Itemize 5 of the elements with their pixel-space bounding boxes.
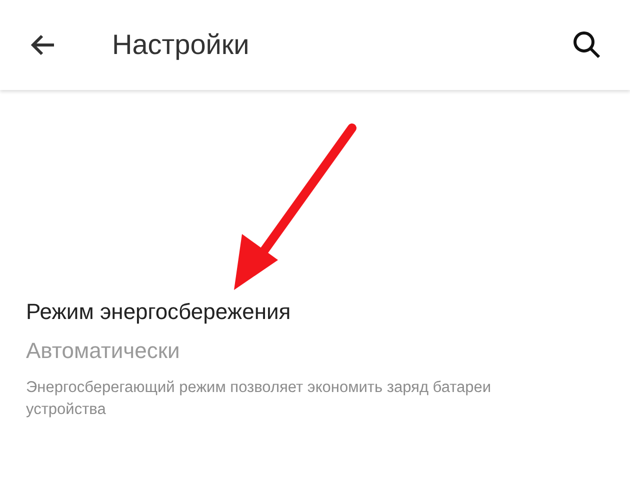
search-button[interactable] — [572, 30, 602, 60]
screen-title: Настройки — [112, 28, 250, 62]
setting-title[interactable]: Режим энергосбережения — [26, 295, 630, 328]
setting-description: Энергосберегающий режим позволяет экономить заряд батареи устройства — [26, 378, 492, 420]
setting-value: Автоматически — [26, 337, 181, 365]
